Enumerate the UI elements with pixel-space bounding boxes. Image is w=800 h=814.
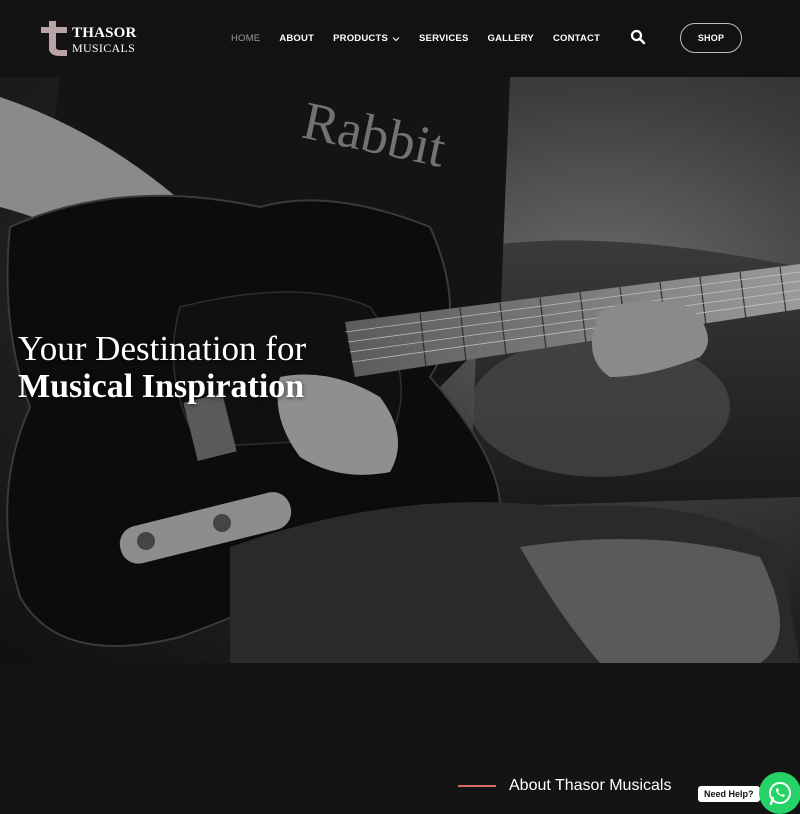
nav-item-services[interactable]: SERVICES bbox=[419, 33, 468, 44]
shop-button[interactable]: SHOP bbox=[680, 23, 742, 53]
chevron-down-icon bbox=[392, 36, 400, 41]
hero-title: Your Destination for Musical Inspiration bbox=[18, 330, 306, 406]
nav-item-contact[interactable]: CONTACT bbox=[553, 33, 600, 44]
about-heading-accent-line bbox=[458, 785, 496, 787]
main-nav: HOME ABOUT PRODUCTS SERVICES GALLERY CON… bbox=[231, 33, 619, 44]
about-section-heading: About Thasor Musicals bbox=[458, 777, 671, 795]
brand-logo[interactable]: THASOR MUSICALS bbox=[40, 21, 150, 57]
nav-item-products-label: PRODUCTS bbox=[333, 33, 389, 44]
brand-name: THASOR MUSICALS bbox=[72, 25, 137, 55]
nav-item-about[interactable]: ABOUT bbox=[279, 33, 314, 44]
nav-item-home[interactable]: HOME bbox=[231, 33, 260, 44]
brand-name-line1: THASOR bbox=[72, 25, 137, 41]
search-icon bbox=[630, 29, 646, 45]
about-heading-text: About Thasor Musicals bbox=[509, 777, 672, 794]
nav-item-products[interactable]: PRODUCTS bbox=[333, 33, 400, 44]
hero-banner: Rabbit Your Destination for Musical Insp… bbox=[0, 77, 800, 663]
whatsapp-icon bbox=[769, 782, 791, 806]
whatsapp-button[interactable] bbox=[759, 772, 800, 814]
search-button[interactable] bbox=[630, 29, 646, 45]
hero-title-line1: Your Destination for bbox=[18, 329, 307, 368]
nav-item-gallery[interactable]: GALLERY bbox=[488, 33, 534, 44]
logo-mark-icon bbox=[41, 21, 67, 56]
hero-title-line2: Musical Inspiration bbox=[18, 368, 305, 405]
brand-name-line2: MUSICALS bbox=[72, 41, 136, 55]
site-header: THASOR MUSICALS HOME ABOUT PRODUCTS SERV… bbox=[0, 0, 800, 77]
